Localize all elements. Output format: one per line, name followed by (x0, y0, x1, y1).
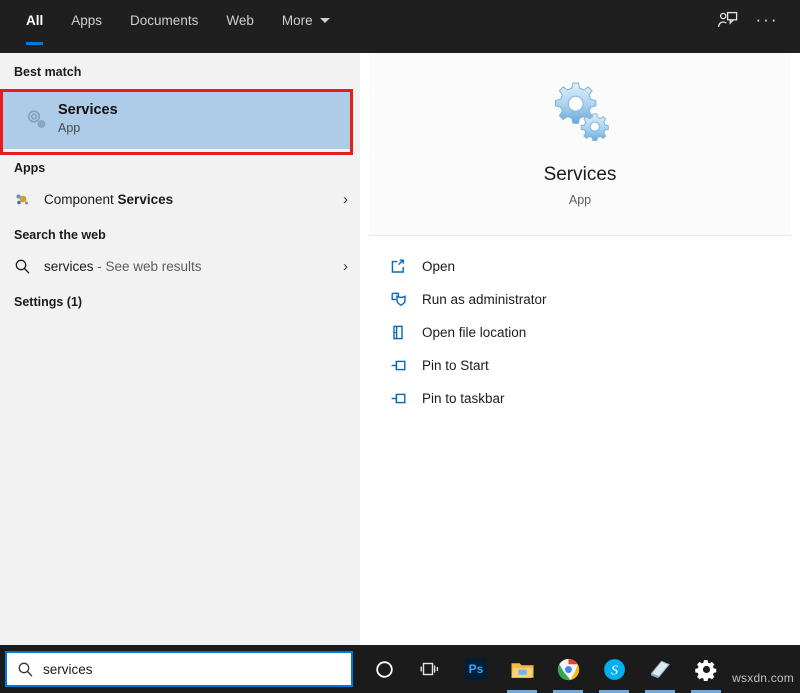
search-web-header: Search the web (0, 216, 360, 249)
apps-header: Apps (0, 149, 360, 182)
notepad-icon[interactable] (637, 645, 683, 693)
person-feedback-icon[interactable] (710, 4, 744, 36)
settings-gear-icon[interactable] (683, 645, 729, 693)
app-preview-pane: Services App Open (360, 53, 800, 645)
task-view-icon[interactable] (407, 645, 453, 693)
result-item-web-search[interactable]: services - See web results › (0, 249, 360, 283)
action-pin-to-taskbar[interactable]: Pin to taskbar (360, 382, 800, 415)
watermark: wsxdn.com (732, 671, 794, 685)
action-run-as-administrator[interactable]: Run as administrator (360, 283, 800, 316)
best-match-header: Best match (0, 53, 360, 86)
taskbar-app-icons: Ps (361, 645, 729, 693)
overflow-menu-icon[interactable]: ··· (750, 4, 784, 36)
search-input-value[interactable]: services (43, 662, 93, 677)
services-gears-large-icon (547, 81, 613, 146)
chevron-right-icon[interactable]: › (343, 191, 348, 208)
search-filter-tabs: All Apps Documents Web More (0, 0, 344, 40)
tab-apps-label: Apps (71, 13, 102, 28)
tab-web[interactable]: Web (212, 0, 268, 40)
best-match-subtitle: App (58, 120, 118, 137)
shield-run-icon (390, 291, 422, 308)
file-explorer-icon[interactable] (499, 645, 545, 693)
action-pin-to-start-label: Pin to Start (422, 358, 489, 373)
action-open[interactable]: Open (360, 250, 800, 283)
web-search-suffix: - See web results (94, 259, 202, 274)
best-match-section: Services App (0, 89, 360, 149)
component-services-match: Services (118, 192, 174, 207)
results-list-pane: Best match Ser (0, 53, 360, 645)
folder-location-icon (390, 324, 422, 341)
tab-apps[interactable]: Apps (57, 0, 116, 40)
search-icon (14, 258, 44, 275)
cortana-icon[interactable] (361, 645, 407, 693)
overflow-dots: ··· (756, 15, 779, 25)
photoshop-icon[interactable]: Ps (453, 645, 499, 693)
preview-app-title: Services (544, 164, 617, 186)
photoshop-tile-label: Ps (465, 658, 487, 680)
component-services-icon (14, 191, 44, 208)
chevron-right-icon[interactable]: › (343, 258, 348, 275)
web-search-query: services (44, 259, 94, 274)
action-pin-to-start[interactable]: Pin to Start (360, 349, 800, 382)
skype-icon[interactable]: S (591, 645, 637, 693)
tab-more-label: More (282, 13, 313, 28)
search-results-area: Best match Ser (0, 53, 800, 645)
pin-icon (390, 390, 422, 407)
windows-search-screen: All Apps Documents Web More (0, 0, 800, 693)
google-chrome-icon[interactable] (545, 645, 591, 693)
tab-documents[interactable]: Documents (116, 0, 212, 40)
header-actions: ··· (710, 0, 800, 40)
component-services-prefix: Component (44, 192, 118, 207)
search-header: All Apps Documents Web More (0, 0, 800, 53)
action-open-label: Open (422, 259, 455, 274)
tab-active-underline (26, 42, 43, 45)
services-gears-icon (14, 105, 58, 133)
pin-icon (390, 357, 422, 374)
app-actions-list: Open Run as administrator (360, 236, 800, 415)
tab-all[interactable]: All (12, 0, 57, 40)
tab-more[interactable]: More (268, 0, 344, 40)
taskbar-search-box[interactable]: services (5, 651, 353, 687)
taskbar: services Ps (0, 645, 800, 693)
best-match-text: Services App (58, 101, 118, 137)
tab-documents-label: Documents (130, 13, 198, 28)
action-pin-to-taskbar-label: Pin to taskbar (422, 391, 505, 406)
preview-card: Services App (369, 53, 791, 236)
tab-all-label: All (26, 13, 43, 28)
result-item-component-services[interactable]: Component Services › (0, 182, 360, 216)
component-services-label: Component Services (44, 192, 173, 207)
preview-app-subtitle: App (569, 193, 591, 207)
action-open-file-location-label: Open file location (422, 325, 526, 340)
tab-web-label: Web (226, 13, 254, 28)
chevron-down-icon (320, 18, 330, 23)
result-item-services[interactable]: Services App (2, 89, 351, 149)
search-icon (17, 661, 43, 678)
web-search-label: services - See web results (44, 259, 202, 274)
action-open-file-location[interactable]: Open file location (360, 316, 800, 349)
best-match-title: Services (58, 101, 118, 119)
settings-header: Settings (1) (0, 283, 360, 316)
svg-text:S: S (611, 663, 618, 678)
open-external-icon (390, 258, 422, 275)
action-run-as-administrator-label: Run as administrator (422, 292, 547, 307)
